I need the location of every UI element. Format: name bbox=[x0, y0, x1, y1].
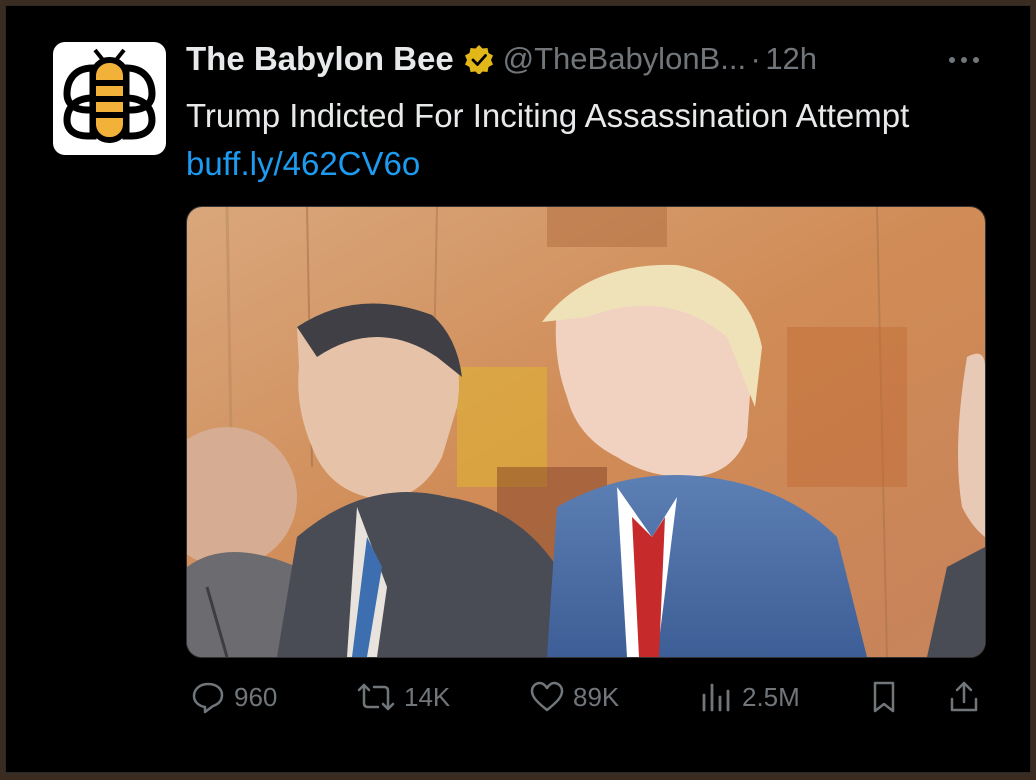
heart-icon bbox=[530, 681, 564, 712]
tweet-header: The Babylon Bee @TheBabylonB... · 12h bbox=[186, 40, 817, 84]
retweet-button[interactable]: 14K bbox=[356, 677, 450, 717]
tweet-image[interactable] bbox=[186, 206, 986, 658]
like-count: 89K bbox=[573, 681, 620, 712]
bookmark-button[interactable] bbox=[866, 677, 910, 717]
tweet-text: Trump Indicted For Inciting Assassinatio… bbox=[186, 92, 966, 188]
share-button[interactable] bbox=[946, 677, 990, 717]
timestamp[interactable]: 12h bbox=[765, 41, 817, 76]
tweet[interactable]: The Babylon Bee @TheBabylonB... · 12h Tr… bbox=[6, 6, 1032, 774]
tweet-link[interactable]: buff.ly/462CV6o bbox=[186, 145, 420, 182]
courtroom-sketch-image bbox=[187, 207, 985, 657]
more-options-icon[interactable] bbox=[944, 46, 984, 70]
retweet-count: 14K bbox=[404, 681, 451, 712]
like-button[interactable]: 89K bbox=[529, 677, 619, 717]
avatar[interactable] bbox=[53, 42, 166, 155]
tweet-actions: 960 14K 89K 2.5M bbox=[186, 677, 986, 717]
share-icon bbox=[950, 681, 978, 712]
views-button[interactable]: 2.5M bbox=[698, 677, 800, 717]
reply-icon bbox=[192, 682, 224, 714]
verified-badge-icon[interactable] bbox=[464, 44, 494, 75]
views-icon bbox=[702, 683, 730, 712]
display-name[interactable]: The Babylon Bee bbox=[186, 40, 454, 77]
bee-logo-icon bbox=[63, 48, 156, 143]
tweet-body: Trump Indicted For Inciting Assassinatio… bbox=[186, 97, 910, 134]
separator-dot: · bbox=[750, 41, 761, 76]
screenshot-frame: The Babylon Bee @TheBabylonB... · 12h Tr… bbox=[5, 5, 1031, 773]
reply-button[interactable]: 960 bbox=[190, 677, 277, 717]
views-count: 2.5M bbox=[742, 681, 800, 712]
handle[interactable]: @TheBabylonB... bbox=[503, 41, 746, 76]
reply-count: 960 bbox=[234, 681, 278, 712]
retweet-icon bbox=[357, 683, 395, 711]
bookmark-icon bbox=[873, 681, 895, 713]
